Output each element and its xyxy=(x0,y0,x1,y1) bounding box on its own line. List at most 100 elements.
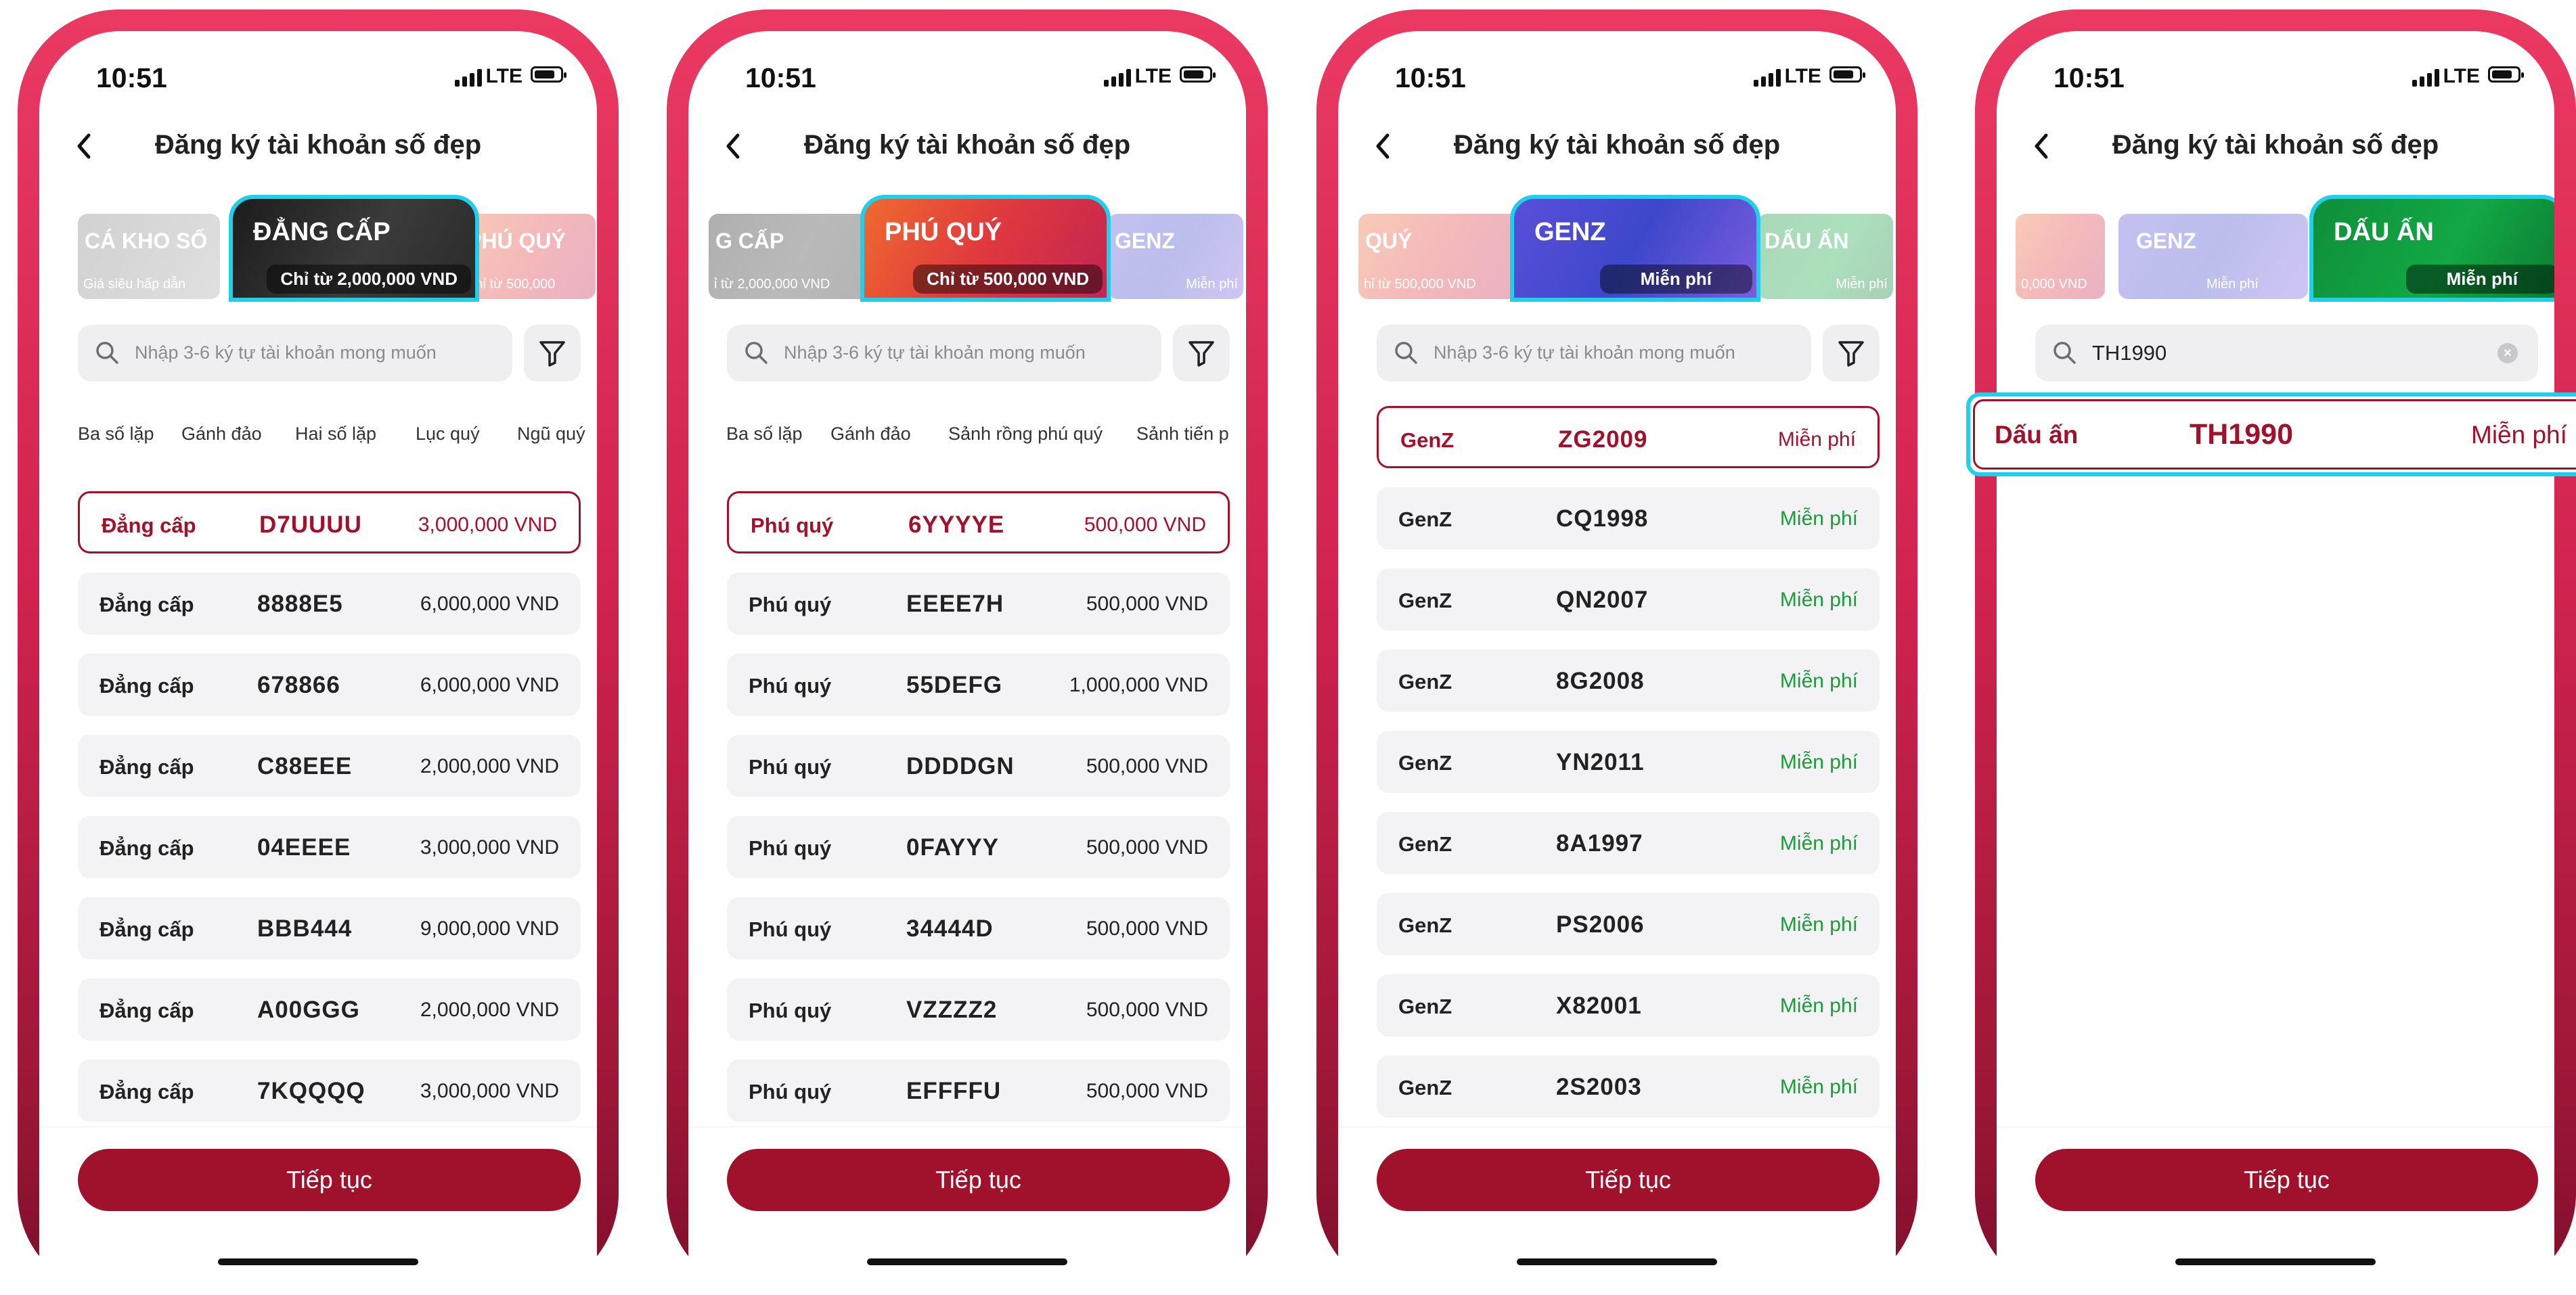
category-name: QUÝ xyxy=(1365,229,1413,253)
item-number: 04EEEE xyxy=(257,834,351,861)
list-item[interactable]: Phú quý 55DEFG 1,000,000 VND xyxy=(727,654,1230,716)
list-item[interactable]: Đẳng cấp BBB444 9,000,000 VND xyxy=(78,897,581,959)
filter-button[interactable] xyxy=(524,325,581,382)
item-type: GenZ xyxy=(1398,751,1452,775)
category-price: hỉ từ 500,000 VND xyxy=(1364,277,1476,292)
category-card-active[interactable]: GENZ Miễn phí xyxy=(1510,195,1760,302)
search-input[interactable]: Nhập 3-6 ký tự tài khoản mong muốn xyxy=(727,325,1161,382)
item-number: BBB444 xyxy=(257,915,353,942)
chip[interactable]: Hai số lặp xyxy=(295,424,376,445)
item-number: 7KQQQQ xyxy=(257,1078,365,1104)
category-card-active[interactable]: PHÚ QUÝ Chỉ từ 500,000 VND xyxy=(860,195,1111,302)
category-card-left[interactable]: QUÝ hỉ từ 500,000 VND xyxy=(1358,214,1521,299)
list-item[interactable]: Phú quý 6YYYYE 500,000 VND xyxy=(727,491,1230,553)
category-card-left[interactable]: G CẤP ỉ từ 2,000,000 VND xyxy=(709,214,871,299)
list-item[interactable]: GenZ 2S2003 Miễn phí xyxy=(1377,1055,1880,1118)
category-carousel: 0,000 VND GENZ Miễn phí DẤU ẤN Miễn phí xyxy=(1997,195,2554,303)
list-item[interactable]: Đẳng cấp D7UUUU 3,000,000 VND xyxy=(78,491,581,553)
list-item[interactable]: Đẳng cấp 8888E5 6,000,000 VND xyxy=(78,572,581,635)
category-card-right[interactable]: PHÚ QUÝ Chỉ từ 500,000 xyxy=(460,214,596,299)
item-number: DDDDGN xyxy=(906,753,1015,779)
list-item[interactable]: Đẳng cấp A00GGG 2,000,000 VND xyxy=(78,978,581,1041)
list-item[interactable]: Đẳng cấp 7KQQQQ 3,000,000 VND xyxy=(78,1060,581,1122)
list-item[interactable]: Đẳng cấp 04EEEE 3,000,000 VND xyxy=(78,816,581,878)
item-number: 678866 xyxy=(257,672,340,698)
category-name: DẤU ẤN xyxy=(2334,218,2434,246)
list-item[interactable]: GenZ 8G2008 Miễn phí xyxy=(1377,650,1880,712)
category-card-active[interactable]: DẤU ẤN Miễn phí xyxy=(2309,195,2554,302)
list-item[interactable]: Phú quý 34444D 500,000 VND xyxy=(727,897,1230,959)
chip[interactable]: Sảnh tiến p xyxy=(1136,424,1229,445)
list-item[interactable]: Đẳng cấp 678866 6,000,000 VND xyxy=(78,654,581,716)
chip[interactable]: Gánh đảo xyxy=(830,424,911,445)
continue-button[interactable]: Tiếp tục xyxy=(78,1149,581,1211)
category-price: Giá siêu hấp dẫn xyxy=(83,277,186,292)
list-item[interactable]: GenZ YN2011 Miễn phí xyxy=(1377,731,1880,793)
item-number: 55DEFG xyxy=(906,672,1003,698)
battery-icon xyxy=(1180,66,1216,83)
search-input[interactable]: TH1990 × xyxy=(2035,325,2538,382)
status-time: 10:51 xyxy=(2053,62,2125,93)
chip[interactable]: Ngũ quý xyxy=(517,424,585,445)
signal-icon xyxy=(2412,69,2439,87)
category-card-left[interactable]: CÁ KHO SỐ Giá siêu hấp dẫn xyxy=(78,214,220,299)
category-card-active[interactable]: ĐẲNG CẤP Chỉ từ 2,000,000 VND xyxy=(229,195,479,302)
list-item[interactable]: GenZ PS2006 Miễn phí xyxy=(1377,893,1880,955)
item-price: 500,000 VND xyxy=(1086,836,1208,859)
continue-button[interactable]: Tiếp tục xyxy=(1377,1149,1880,1211)
category-carousel: CÁ KHO SỐ Giá siêu hấp dẫn PHÚ QUÝ Chỉ t… xyxy=(39,195,597,303)
item-type: Phú quý xyxy=(751,514,834,537)
continue-button[interactable]: Tiếp tục xyxy=(2035,1149,2538,1211)
search-input[interactable]: Nhập 3-6 ký tự tài khoản mong muốn xyxy=(1377,325,1811,382)
filter-button[interactable] xyxy=(1173,325,1230,382)
list-item[interactable]: GenZ X82001 Miễn phí xyxy=(1377,974,1880,1037)
item-type: Đẳng cấp xyxy=(99,755,194,779)
item-price: 2,000,000 VND xyxy=(420,755,559,777)
chip[interactable]: Ba số lặp xyxy=(726,424,803,445)
search-input[interactable]: Nhập 3-6 ký tự tài khoản mong muốn xyxy=(78,325,512,382)
list-item[interactable]: Phú quý DDDDGN 500,000 VND xyxy=(727,735,1230,797)
category-card-right[interactable]: GENZ Miễn phí xyxy=(1108,214,1243,299)
item-price: Miễn phí xyxy=(1779,670,1858,692)
signal-icon xyxy=(455,69,482,87)
item-price: 6,000,000 VND xyxy=(420,674,559,696)
list-item[interactable]: Phú quý EEEE7H 500,000 VND xyxy=(727,572,1230,635)
list-item[interactable]: Phú quý EFFFFU 500,000 VND xyxy=(727,1060,1230,1122)
list-item[interactable]: GenZ ZG2009 Miễn phí xyxy=(1377,406,1880,468)
network-label: LTE xyxy=(485,65,523,87)
item-number: 8888E5 xyxy=(257,591,343,617)
clear-icon[interactable]: × xyxy=(2497,343,2518,363)
network-label: LTE xyxy=(1784,65,1821,87)
category-price: Miễn phí xyxy=(2405,265,2554,294)
chip[interactable]: Sảnh rồng phú quý xyxy=(948,424,1103,445)
list-item[interactable]: GenZ CQ1998 Miễn phí xyxy=(1377,487,1880,549)
chip[interactable]: Lục quý xyxy=(416,424,480,445)
category-card-mid[interactable]: GENZ Miễn phí xyxy=(2118,214,2308,299)
page-title: Đăng ký tài khoản số đẹp xyxy=(2112,130,2439,160)
item-number: C88EEE xyxy=(257,753,353,779)
filter-button[interactable] xyxy=(1823,325,1880,382)
search-result-item[interactable]: Dấu ấn TH1990 Miễn phí xyxy=(1966,392,2576,476)
item-price: 500,000 VND xyxy=(1086,917,1208,940)
list-item[interactable]: Phú quý 0FAYYY 500,000 VND xyxy=(727,816,1230,878)
filter-chips: Ba số lặp Gánh đảo Sảnh rồng phú quý Sản… xyxy=(688,424,1246,457)
continue-button[interactable]: Tiếp tục xyxy=(727,1149,1230,1211)
filter-icon xyxy=(539,341,565,367)
item-price: Miễn phí xyxy=(1779,751,1858,773)
category-price: Miễn phí xyxy=(2206,277,2259,292)
status-time: 10:51 xyxy=(1395,62,1466,93)
item-number: YN2011 xyxy=(1556,749,1645,775)
list-item[interactable]: GenZ QN2007 Miễn phí xyxy=(1377,568,1880,631)
category-card-right[interactable]: DẤU ẤN Miễn phí xyxy=(1758,214,1893,299)
list-item[interactable]: Đẳng cấp C88EEE 2,000,000 VND xyxy=(78,735,581,797)
item-number: 0FAYYY xyxy=(906,834,1000,861)
chip[interactable]: Ba số lặp xyxy=(78,424,154,445)
item-number: TH1990 xyxy=(2190,418,2293,451)
bottom-bar: Tiếp tục xyxy=(1997,1127,2554,1295)
chip[interactable]: Gánh đảo xyxy=(181,424,262,445)
item-type: Phú quý xyxy=(749,674,832,698)
header: Đăng ký tài khoản số đẹp xyxy=(1997,118,2554,172)
list-item[interactable]: GenZ 8A1997 Miễn phí xyxy=(1377,812,1880,874)
list-item[interactable]: Phú quý VZZZZ2 500,000 VND xyxy=(727,978,1230,1041)
category-card-left[interactable]: 0,000 VND xyxy=(2016,214,2105,299)
